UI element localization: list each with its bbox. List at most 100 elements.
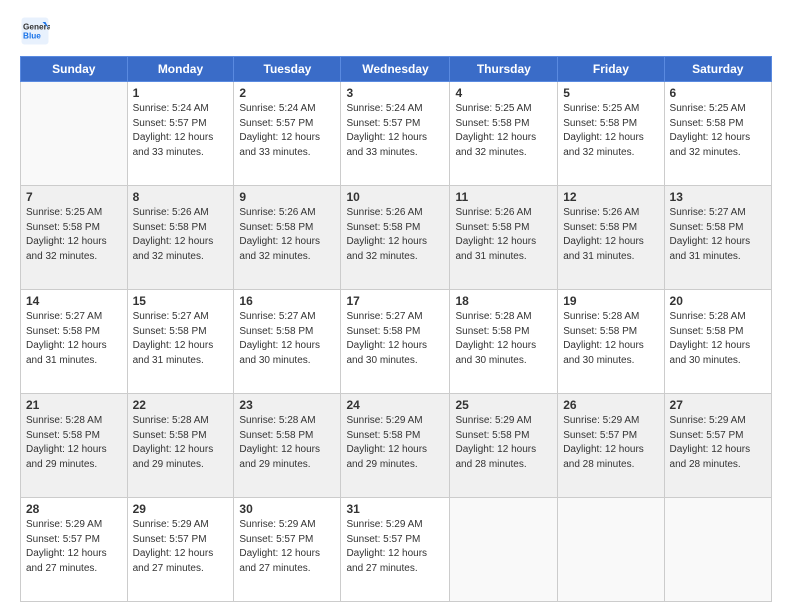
day-info: Sunrise: 5:29 AM Sunset: 5:57 PM Dayligh… xyxy=(26,518,122,576)
calendar-cell: 21 Sunrise: 5:28 AM Sunset: 5:58 PM Dayli… xyxy=(21,394,128,498)
day-number: 4 xyxy=(455,86,552,100)
calendar-week-row: 1 Sunrise: 5:24 AM Sunset: 5:57 PM Daylig… xyxy=(21,82,772,186)
day-number: 13 xyxy=(670,190,766,204)
day-info: Sunrise: 5:27 AM Sunset: 5:58 PM Dayligh… xyxy=(26,310,122,368)
calendar-header-tuesday: Tuesday xyxy=(234,57,341,82)
calendar-cell: 16Sunrise: 5:27 AM Sunset: 5:58 PM Dayli… xyxy=(234,290,341,394)
calendar-cell: 24 Sunrise: 5:29 AM Sunset: 5:58 PM Dayli… xyxy=(341,394,450,498)
day-info: Sunrise: 5:29 AM Sunset: 5:57 PM Dayligh… xyxy=(670,414,766,472)
day-info: Sunrise: 5:28 AM Sunset: 5:58 PM Dayligh… xyxy=(133,414,229,472)
day-number: 21 xyxy=(26,398,122,412)
day-info: Sunrise: 5:24 AM Sunset: 5:57 PM Dayligh… xyxy=(133,102,229,160)
day-number: 27 xyxy=(670,398,766,412)
day-number: 26 xyxy=(563,398,658,412)
day-info: Sunrise: 5:28 AM Sunset: 5:58 PM Dayligh… xyxy=(455,310,552,368)
calendar-cell: 6Sunrise: 5:25 AM Sunset: 5:58 PM Daylig… xyxy=(664,82,771,186)
day-number: 23 xyxy=(239,398,335,412)
calendar-cell: 10Sunrise: 5:26 AM Sunset: 5:58 PM Dayli… xyxy=(341,186,450,290)
calendar-cell: 14 Sunrise: 5:27 AM Sunset: 5:58 PM Dayli… xyxy=(21,290,128,394)
logo-icon: General Blue xyxy=(20,16,50,46)
day-info: Sunrise: 5:29 AM Sunset: 5:58 PM Dayligh… xyxy=(455,414,552,472)
day-number: 28 xyxy=(26,502,122,516)
day-info: Sunrise: 5:29 AM Sunset: 5:57 PM Dayligh… xyxy=(239,518,335,576)
calendar-cell: 31 Sunrise: 5:29 AM Sunset: 5:57 PM Dayli… xyxy=(341,498,450,602)
day-info: Sunrise: 5:29 AM Sunset: 5:57 PM Dayligh… xyxy=(346,518,444,576)
day-number: 14 xyxy=(26,294,122,308)
calendar-cell: 9 Sunrise: 5:26 AM Sunset: 5:58 PM Daylig… xyxy=(234,186,341,290)
day-number: 18 xyxy=(455,294,552,308)
day-number: 6 xyxy=(670,86,766,100)
calendar-header-sunday: Sunday xyxy=(21,57,128,82)
calendar-cell: 1 Sunrise: 5:24 AM Sunset: 5:57 PM Daylig… xyxy=(127,82,234,186)
calendar-cell: 30 Sunrise: 5:29 AM Sunset: 5:57 PM Dayli… xyxy=(234,498,341,602)
calendar-cell: 11 Sunrise: 5:26 AM Sunset: 5:58 PM Dayli… xyxy=(450,186,558,290)
calendar-cell: 5 Sunrise: 5:25 AM Sunset: 5:58 PM Daylig… xyxy=(558,82,664,186)
day-info: Sunrise: 5:24 AM Sunset: 5:57 PM Dayligh… xyxy=(346,102,444,160)
day-info: Sunrise: 5:28 AM Sunset: 5:58 PM Dayligh… xyxy=(670,310,766,368)
day-info: Sunrise: 5:25 AM Sunset: 5:58 PM Dayligh… xyxy=(455,102,552,160)
calendar-cell: 7 Sunrise: 5:25 AM Sunset: 5:58 PM Daylig… xyxy=(21,186,128,290)
calendar-cell: 8 Sunrise: 5:26 AM Sunset: 5:58 PM Daylig… xyxy=(127,186,234,290)
calendar-cell: 23 Sunrise: 5:28 AM Sunset: 5:58 PM Dayli… xyxy=(234,394,341,498)
day-number: 9 xyxy=(239,190,335,204)
calendar-header-wednesday: Wednesday xyxy=(341,57,450,82)
day-info: Sunrise: 5:24 AM Sunset: 5:57 PM Dayligh… xyxy=(239,102,335,160)
day-number: 12 xyxy=(563,190,658,204)
svg-text:Blue: Blue xyxy=(23,32,41,41)
day-info: Sunrise: 5:27 AM Sunset: 5:58 PM Dayligh… xyxy=(670,206,766,264)
calendar-cell: 29 Sunrise: 5:29 AM Sunset: 5:57 PM Dayli… xyxy=(127,498,234,602)
calendar-header-row: SundayMondayTuesdayWednesdayThursdayFrid… xyxy=(21,57,772,82)
day-number: 17 xyxy=(346,294,444,308)
day-info: Sunrise: 5:27 AM Sunset: 5:58 PM Dayligh… xyxy=(239,310,335,368)
day-number: 8 xyxy=(133,190,229,204)
day-number: 3 xyxy=(346,86,444,100)
day-info: Sunrise: 5:27 AM Sunset: 5:58 PM Dayligh… xyxy=(133,310,229,368)
calendar-cell: 12 Sunrise: 5:26 AM Sunset: 5:58 PM Dayli… xyxy=(558,186,664,290)
calendar-week-row: 28 Sunrise: 5:29 AM Sunset: 5:57 PM Dayli… xyxy=(21,498,772,602)
calendar-cell: 19Sunrise: 5:28 AM Sunset: 5:58 PM Dayli… xyxy=(558,290,664,394)
day-info: Sunrise: 5:27 AM Sunset: 5:58 PM Dayligh… xyxy=(346,310,444,368)
day-info: Sunrise: 5:25 AM Sunset: 5:58 PM Dayligh… xyxy=(26,206,122,264)
calendar-header-friday: Friday xyxy=(558,57,664,82)
day-info: Sunrise: 5:28 AM Sunset: 5:58 PM Dayligh… xyxy=(26,414,122,472)
day-number: 7 xyxy=(26,190,122,204)
calendar-cell xyxy=(558,498,664,602)
day-number: 24 xyxy=(346,398,444,412)
calendar-cell: 27 Sunrise: 5:29 AM Sunset: 5:57 PM Dayli… xyxy=(664,394,771,498)
day-number: 29 xyxy=(133,502,229,516)
calendar-cell: 2 Sunrise: 5:24 AM Sunset: 5:57 PM Daylig… xyxy=(234,82,341,186)
calendar-cell: 20 Sunrise: 5:28 AM Sunset: 5:58 PM Dayli… xyxy=(664,290,771,394)
day-info: Sunrise: 5:26 AM Sunset: 5:58 PM Dayligh… xyxy=(455,206,552,264)
day-info: Sunrise: 5:26 AM Sunset: 5:58 PM Dayligh… xyxy=(239,206,335,264)
calendar-cell: 3 Sunrise: 5:24 AM Sunset: 5:57 PM Daylig… xyxy=(341,82,450,186)
calendar-cell xyxy=(450,498,558,602)
day-info: Sunrise: 5:26 AM Sunset: 5:58 PM Dayligh… xyxy=(133,206,229,264)
calendar-cell xyxy=(664,498,771,602)
calendar-cell: 22Sunrise: 5:28 AM Sunset: 5:58 PM Dayli… xyxy=(127,394,234,498)
calendar-header-saturday: Saturday xyxy=(664,57,771,82)
calendar-cell: 17 Sunrise: 5:27 AM Sunset: 5:58 PM Dayli… xyxy=(341,290,450,394)
day-info: Sunrise: 5:29 AM Sunset: 5:58 PM Dayligh… xyxy=(346,414,444,472)
calendar-header-thursday: Thursday xyxy=(450,57,558,82)
page: General Blue SundayMondayTuesdayWednesda… xyxy=(0,0,792,612)
day-number: 20 xyxy=(670,294,766,308)
calendar-week-row: 14 Sunrise: 5:27 AM Sunset: 5:58 PM Dayli… xyxy=(21,290,772,394)
day-info: Sunrise: 5:26 AM Sunset: 5:58 PM Dayligh… xyxy=(563,206,658,264)
day-number: 30 xyxy=(239,502,335,516)
calendar-cell: 25Sunrise: 5:29 AM Sunset: 5:58 PM Dayli… xyxy=(450,394,558,498)
calendar-week-row: 21 Sunrise: 5:28 AM Sunset: 5:58 PM Dayli… xyxy=(21,394,772,498)
calendar-cell: 28 Sunrise: 5:29 AM Sunset: 5:57 PM Dayli… xyxy=(21,498,128,602)
day-number: 2 xyxy=(239,86,335,100)
day-number: 5 xyxy=(563,86,658,100)
day-info: Sunrise: 5:28 AM Sunset: 5:58 PM Dayligh… xyxy=(239,414,335,472)
day-info: Sunrise: 5:29 AM Sunset: 5:57 PM Dayligh… xyxy=(133,518,229,576)
header: General Blue xyxy=(20,16,772,46)
day-number: 31 xyxy=(346,502,444,516)
day-info: Sunrise: 5:25 AM Sunset: 5:58 PM Dayligh… xyxy=(563,102,658,160)
calendar-cell: 4 Sunrise: 5:25 AM Sunset: 5:58 PM Daylig… xyxy=(450,82,558,186)
day-number: 10 xyxy=(346,190,444,204)
calendar-header-monday: Monday xyxy=(127,57,234,82)
calendar-week-row: 7 Sunrise: 5:25 AM Sunset: 5:58 PM Daylig… xyxy=(21,186,772,290)
day-number: 1 xyxy=(133,86,229,100)
day-number: 11 xyxy=(455,190,552,204)
